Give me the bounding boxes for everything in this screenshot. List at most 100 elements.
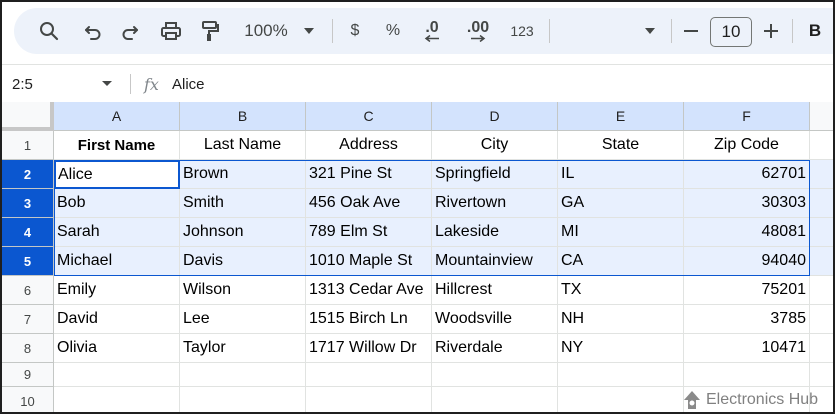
- table-header-cell[interactable]: State: [558, 131, 684, 160]
- table-cell[interactable]: [54, 363, 180, 387]
- table-cell[interactable]: 75201: [684, 276, 810, 305]
- table-cell[interactable]: [558, 363, 684, 387]
- table-cell[interactable]: 1313 Cedar Ave: [306, 276, 432, 305]
- table-cell[interactable]: [810, 160, 833, 189]
- table-cell[interactable]: GA: [558, 189, 684, 218]
- table-cell[interactable]: TX: [558, 276, 684, 305]
- row-header-10[interactable]: 10: [2, 387, 54, 412]
- table-cell[interactable]: [810, 218, 833, 247]
- table-cell[interactable]: 1717 Willow Dr: [306, 334, 432, 363]
- table-cell[interactable]: IL: [558, 160, 684, 189]
- row-header-6[interactable]: 6: [2, 276, 54, 305]
- column-header-f[interactable]: F: [684, 102, 810, 131]
- table-cell[interactable]: Michael: [54, 247, 180, 276]
- row-header-3[interactable]: 3: [2, 189, 54, 218]
- table-cell[interactable]: [180, 363, 306, 387]
- table-cell[interactable]: [810, 363, 833, 387]
- name-box[interactable]: 2:5: [12, 65, 33, 103]
- table-cell[interactable]: [306, 387, 432, 412]
- percent-format-button[interactable]: %: [380, 8, 406, 54]
- zoom-select[interactable]: 100%: [236, 8, 296, 54]
- table-cell[interactable]: 789 Elm St: [306, 218, 432, 247]
- table-cell[interactable]: 48081: [684, 218, 810, 247]
- search-icon[interactable]: [32, 8, 66, 54]
- table-cell[interactable]: [54, 387, 180, 412]
- column-header-g[interactable]: [810, 102, 833, 131]
- table-cell[interactable]: [810, 189, 833, 218]
- table-cell[interactable]: Bob: [54, 189, 180, 218]
- table-cell[interactable]: Riverdale: [432, 334, 558, 363]
- row-header-7[interactable]: 7: [2, 305, 54, 334]
- table-cell[interactable]: [810, 334, 833, 363]
- row-header-1[interactable]: 1: [2, 131, 54, 160]
- table-cell[interactable]: Lakeside: [432, 218, 558, 247]
- table-cell[interactable]: 30303: [684, 189, 810, 218]
- table-header-cell[interactable]: First Name: [54, 131, 180, 160]
- table-cell[interactable]: Taylor: [180, 334, 306, 363]
- column-header-c[interactable]: C: [306, 102, 432, 131]
- table-cell[interactable]: Woodsville: [432, 305, 558, 334]
- table-cell[interactable]: Sarah: [54, 218, 180, 247]
- zoom-dropdown-icon[interactable]: [298, 8, 320, 54]
- table-cell[interactable]: [432, 363, 558, 387]
- table-cell[interactable]: NH: [558, 305, 684, 334]
- table-cell[interactable]: 62701: [684, 160, 810, 189]
- currency-format-button[interactable]: $: [342, 8, 368, 54]
- table-cell[interactable]: Brown: [180, 160, 306, 189]
- row-header-2[interactable]: 2: [2, 160, 54, 189]
- decrease-decimal-button[interactable]: .0: [416, 8, 448, 54]
- table-cell[interactable]: [810, 276, 833, 305]
- table-cell[interactable]: MI: [558, 218, 684, 247]
- table-cell[interactable]: [432, 387, 558, 412]
- table-cell[interactable]: Wilson: [180, 276, 306, 305]
- table-cell[interactable]: Johnson: [180, 218, 306, 247]
- table-cell[interactable]: 321 Pine St: [306, 160, 432, 189]
- table-cell[interactable]: Mountainview: [432, 247, 558, 276]
- print-icon[interactable]: [155, 8, 187, 54]
- font-size-minus-icon[interactable]: [678, 8, 704, 54]
- table-cell[interactable]: Smith: [180, 189, 306, 218]
- table-cell[interactable]: [558, 387, 684, 412]
- column-header-b[interactable]: B: [180, 102, 306, 131]
- formula-input[interactable]: Alice: [172, 65, 205, 103]
- table-cell[interactable]: NY: [558, 334, 684, 363]
- table-cell[interactable]: Olivia: [54, 334, 180, 363]
- table-cell[interactable]: 94040: [684, 247, 810, 276]
- table-header-cell[interactable]: Address: [306, 131, 432, 160]
- table-cell[interactable]: 1010 Maple St: [306, 247, 432, 276]
- row-header-8[interactable]: 8: [2, 334, 54, 363]
- table-cell[interactable]: 3785: [684, 305, 810, 334]
- column-header-e[interactable]: E: [558, 102, 684, 131]
- undo-icon[interactable]: [78, 8, 108, 54]
- table-header-cell[interactable]: Zip Code: [684, 131, 810, 160]
- table-header-cell[interactable]: City: [432, 131, 558, 160]
- table-cell[interactable]: Hillcrest: [432, 276, 558, 305]
- table-cell[interactable]: [810, 131, 833, 160]
- table-cell[interactable]: [180, 387, 306, 412]
- table-cell[interactable]: [684, 363, 810, 387]
- row-header-4[interactable]: 4: [2, 218, 54, 247]
- bold-button[interactable]: B: [802, 8, 828, 54]
- table-cell[interactable]: Alice: [54, 160, 180, 189]
- table-cell[interactable]: 1515 Birch Ln: [306, 305, 432, 334]
- number-format-button[interactable]: 123: [504, 8, 540, 54]
- font-size-plus-icon[interactable]: [758, 8, 784, 54]
- row-header-9[interactable]: 9: [2, 363, 54, 387]
- table-cell[interactable]: [306, 363, 432, 387]
- table-cell[interactable]: 456 Oak Ave: [306, 189, 432, 218]
- table-cell[interactable]: Springfield: [432, 160, 558, 189]
- table-cell[interactable]: [810, 305, 833, 334]
- column-header-d[interactable]: D: [432, 102, 558, 131]
- table-cell[interactable]: Emily: [54, 276, 180, 305]
- table-cell[interactable]: [810, 247, 833, 276]
- table-cell[interactable]: Lee: [180, 305, 306, 334]
- font-dropdown-icon[interactable]: [640, 8, 660, 54]
- table-cell[interactable]: Davis: [180, 247, 306, 276]
- increase-decimal-button[interactable]: .00: [460, 8, 496, 54]
- table-cell[interactable]: CA: [558, 247, 684, 276]
- table-header-cell[interactable]: Last Name: [180, 131, 306, 160]
- table-cell[interactable]: Rivertown: [432, 189, 558, 218]
- paint-format-icon[interactable]: [194, 8, 226, 54]
- row-header-5[interactable]: 5: [2, 247, 54, 276]
- font-size-input[interactable]: 10: [710, 17, 752, 47]
